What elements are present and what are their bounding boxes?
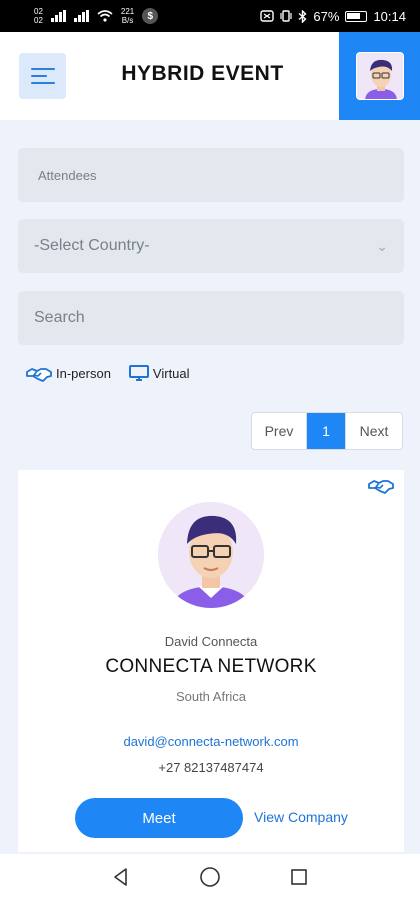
meet-button[interactable]: Meet	[75, 798, 243, 838]
nfc-icon	[260, 10, 275, 22]
filter-in-person-label: In-person	[56, 366, 111, 381]
attendee-company: CONNECTA NETWORK	[105, 656, 317, 677]
app-header: HYBRID EVENT	[0, 32, 420, 120]
vibrate-icon	[280, 10, 293, 22]
profile-button[interactable]	[339, 32, 420, 120]
search-placeholder: Search	[34, 309, 85, 326]
attendee-country: South Africa	[175, 689, 247, 704]
country-select-value: -Select Country-	[34, 237, 150, 254]
clock: 10:14	[373, 8, 406, 24]
search-input[interactable]: Search	[18, 291, 404, 345]
signal-2-icon	[73, 10, 89, 22]
filter-virtual-label: Virtual	[152, 366, 190, 381]
country-select[interactable]: -Select Country- ⌄	[18, 219, 404, 273]
bluetooth-icon	[298, 9, 307, 23]
back-icon[interactable]	[111, 867, 131, 887]
speed-unit: B/s	[121, 16, 134, 25]
in-person-badge	[368, 478, 394, 499]
current-page-button[interactable]: 1	[307, 413, 345, 449]
prev-page-button[interactable]: Prev	[252, 413, 307, 449]
attendee-name: David Connecta	[164, 634, 258, 649]
next-page-button[interactable]: Next	[345, 413, 402, 449]
attendees-field[interactable]: Attendees	[18, 148, 404, 202]
handshake-icon	[368, 480, 394, 494]
sim-top: 02	[34, 7, 43, 16]
signal-icon	[50, 10, 66, 22]
dollar-icon: $	[142, 8, 159, 24]
attendee-avatar	[158, 502, 264, 608]
battery-icon	[345, 10, 368, 22]
attendee-email-link[interactable]: david@connecta-network.com	[18, 734, 404, 749]
chevron-down-icon: ⌄	[376, 237, 388, 254]
attendee-card: David Connecta CONNECTA NETWORK South Af…	[18, 470, 404, 852]
status-bar: 02 02 221 B/s $ 67% 10:14	[0, 0, 420, 32]
user-avatar-icon	[356, 53, 403, 99]
pagination: Prev 1 Next	[251, 412, 403, 450]
monitor-icon	[128, 365, 149, 381]
view-company-link[interactable]: View Company	[254, 809, 348, 825]
network-speed: 221 B/s	[121, 7, 134, 25]
attendees-label: Attendees	[38, 167, 97, 183]
recents-icon[interactable]	[289, 867, 309, 887]
avatar	[355, 52, 404, 100]
system-nav-bar	[0, 854, 420, 900]
user-avatar-icon	[158, 502, 264, 608]
attendee-phone: +27 82137487474	[158, 760, 264, 775]
filter-virtual[interactable]: Virtual	[128, 365, 190, 382]
attendance-filters: In-person Virtual	[26, 365, 190, 382]
speed-value: 221	[120, 7, 135, 16]
sim-bottom: 02	[34, 16, 43, 25]
sim-indicator: 02 02	[34, 7, 43, 25]
wifi-icon	[97, 10, 113, 22]
home-icon[interactable]	[199, 866, 221, 888]
handshake-icon	[26, 367, 52, 382]
filter-in-person[interactable]: In-person	[26, 365, 111, 382]
battery-percent: 67%	[313, 8, 340, 24]
